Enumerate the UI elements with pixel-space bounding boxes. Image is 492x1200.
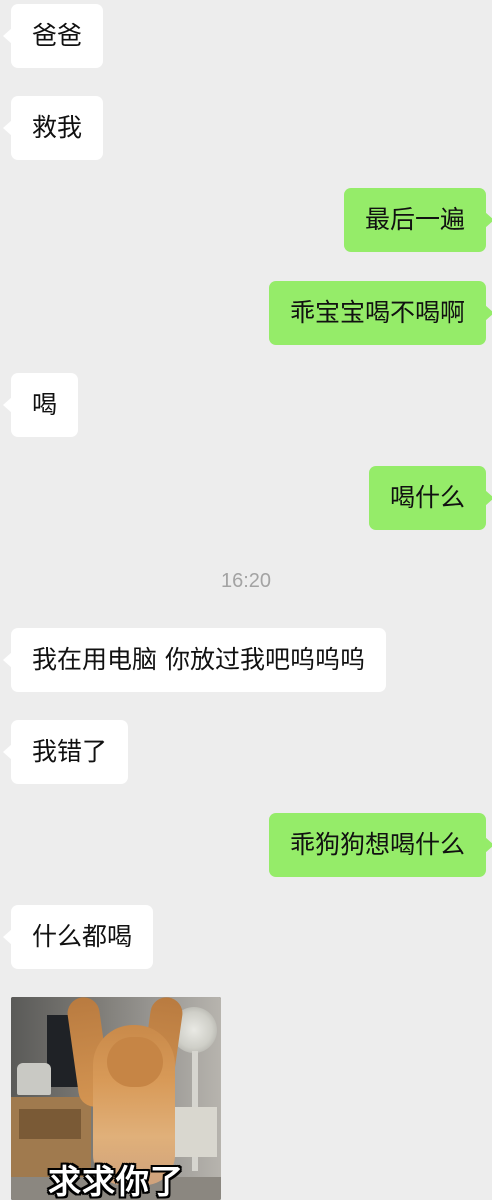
sticker-caption: 求求你了 (48, 1162, 184, 1200)
message-timestamp: 16:20 (220, 570, 272, 592)
incoming-message-bubble[interactable]: 喝 (2, 373, 79, 437)
outgoing-message-bubble[interactable]: 喝什么 (368, 466, 492, 530)
outgoing-message-bubble[interactable]: 乖宝宝喝不喝啊 (268, 281, 492, 345)
chat-area[interactable]: 爸爸 救我 最后一遍 乖宝宝喝不喝啊 喝 喝什么 16:20 我在用电脑 你放过… (0, 0, 492, 1200)
sticker-kettle (17, 1063, 51, 1095)
sticker-image[interactable]: 求求你了 (11, 997, 221, 1200)
sticker-cat-head (107, 1037, 163, 1087)
incoming-message-bubble[interactable]: 我在用电脑 你放过我吧呜呜呜 (3, 628, 386, 692)
outgoing-message-bubble[interactable]: 乖狗狗想喝什么 (268, 813, 492, 877)
incoming-message-bubble[interactable]: 我错了 (2, 720, 129, 784)
outgoing-message-bubble[interactable]: 最后一遍 (343, 188, 492, 252)
incoming-message-bubble[interactable]: 爸爸 (2, 4, 104, 68)
sticker-shelf-drawer (19, 1109, 81, 1139)
incoming-message-bubble[interactable]: 什么都喝 (2, 905, 154, 969)
incoming-message-bubble[interactable]: 救我 (2, 96, 104, 160)
